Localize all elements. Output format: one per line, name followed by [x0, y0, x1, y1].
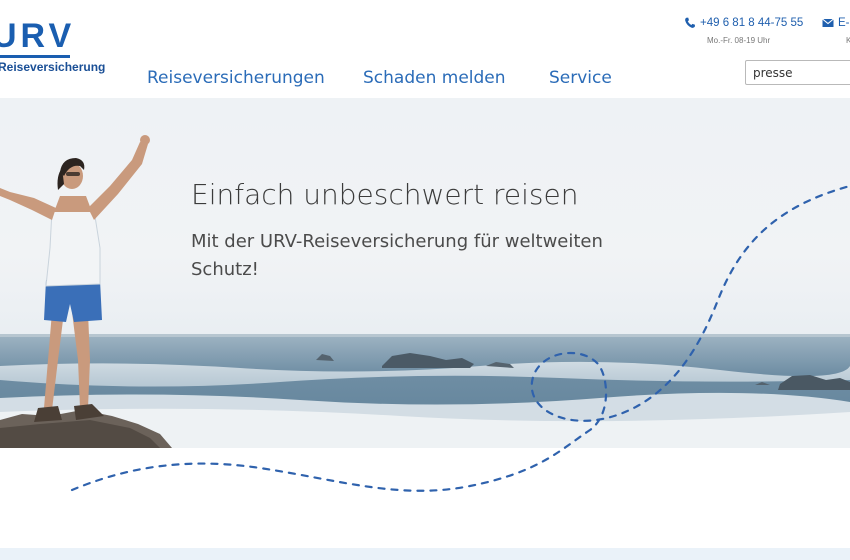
hero-banner: Einfach unbeschwert reisen Mit der URV-R… [0, 98, 850, 448]
nav-item-service[interactable]: Service [549, 68, 612, 88]
bottom-band [0, 548, 850, 560]
search-input[interactable] [745, 60, 850, 85]
phone-icon [685, 17, 695, 28]
contact-hours: Mo.-Fr. 08-19 Uhr [707, 36, 771, 45]
contact-phone[interactable]: +49 6 81 8 44-75 55 [684, 17, 803, 29]
main-nav: Reiseversicherungen Schaden melden Servi… [0, 68, 740, 92]
hero-subtitle: Mit der URV-Reiseversicherung für weltwe… [191, 231, 603, 280]
contact-phone-number: +49 6 81 8 44-75 55 [700, 17, 804, 29]
contact-mail-sub: K [846, 36, 850, 45]
hero-title: Einfach unbeschwert reisen [191, 178, 579, 211]
mail-icon [822, 18, 834, 27]
nav-item-reiseversicherungen[interactable]: Reiseversicherungen [147, 68, 325, 88]
contact-mail[interactable]: E-Mail [822, 17, 850, 29]
page: URV Reiseversicherung +49 6 81 8 44-75 5… [0, 0, 850, 560]
nav-item-schaden-melden[interactable]: Schaden melden [363, 68, 506, 88]
contact-mail-label: E-Mail [838, 17, 850, 29]
logo-underline [0, 55, 70, 58]
logo-mark: URV [0, 17, 76, 55]
